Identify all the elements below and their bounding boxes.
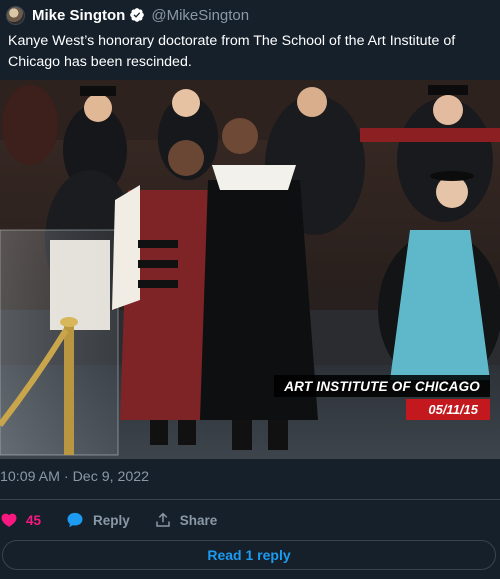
like-button[interactable]: 45 [0,511,41,529]
reply-button[interactable]: Reply [65,510,130,530]
share-button[interactable]: Share [154,511,218,529]
tweet-text: Kanye West’s honorary doctorate from The… [8,33,456,70]
timestamp-separator: · [59,469,73,485]
timestamp-time: 10:09 AM [0,469,60,485]
avatar[interactable] [6,5,25,25]
timestamp-date: Dec 9, 2022 [72,469,150,485]
share-icon [156,512,170,527]
read-replies-button[interactable]: Read 1 reply [2,540,496,570]
like-count: 45 [26,512,42,528]
speech-bubble-icon [67,512,83,528]
action-bar: 45 Reply Share [0,509,217,531]
reply-label: Reply [93,512,130,528]
media-overlay-date: 05/11/15 [406,399,490,420]
tweet-timestamp[interactable]: 10:09 AM · Dec 9, 2022 [0,469,149,485]
tweet-media-photo[interactable]: ART INSTITUTE OF CHICAGO 05/11/15 [0,80,500,459]
media-overlay-title: ART INSTITUTE OF CHICAGO [274,375,490,397]
verified-badge-icon [130,8,145,22]
author-display-name[interactable]: Mike Sington [32,7,125,24]
tweet-card: Mike Sington @MikeSington Kanye West’s h… [0,0,500,579]
author-handle[interactable]: @MikeSington [151,7,249,24]
tweet-header: Mike Sington @MikeSington [6,4,249,26]
share-label: Share [179,512,218,528]
divider [0,499,500,500]
heart-icon [1,513,17,527]
